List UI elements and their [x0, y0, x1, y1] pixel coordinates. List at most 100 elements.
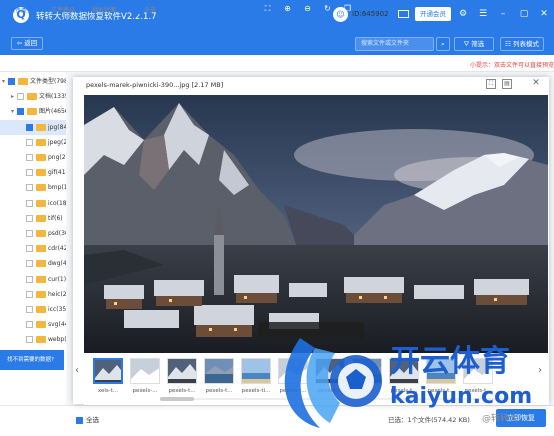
thumbnail[interactable] [130, 358, 160, 384]
tab-cover[interactable]: 疑似封面 [92, 5, 116, 14]
tree-checkbox[interactable] [17, 93, 24, 101]
monitor-icon[interactable] [398, 10, 409, 18]
tree-item[interactable]: svg(440) [0, 317, 66, 332]
thumbnail-scroll-thumb[interactable] [160, 397, 194, 401]
minimize-icon[interactable]: – [497, 8, 509, 20]
tree-item[interactable]: jpg(8498) [0, 119, 66, 135]
filter-button[interactable]: ⛛ 筛选 [454, 37, 494, 51]
maximize-icon[interactable]: ▢ [518, 8, 530, 20]
tree-item[interactable]: gif(4141) [0, 165, 66, 180]
select-all-checkbox[interactable] [76, 416, 83, 424]
tree-checkbox[interactable] [8, 78, 15, 85]
tree-item[interactable]: heic(26) [0, 287, 66, 302]
fullscreen-icon[interactable]: ⛶ [486, 79, 496, 89]
thumbnail[interactable] [204, 358, 234, 384]
folder-icon [36, 199, 46, 207]
thumbnail-image [242, 359, 270, 383]
hint-text: 小提示：双击文件可以直接预览 [470, 62, 554, 69]
tab-file-type[interactable]: 文件类型 [9, 5, 33, 14]
select-all-label: 全选 [86, 416, 99, 424]
search-button[interactable]: ⌕ [436, 37, 450, 51]
tree-item-label: 图片(46563) [39, 108, 66, 116]
tree-item-label: heic(26) [48, 290, 66, 298]
tree-item[interactable]: ▸文档(13355) [0, 89, 66, 104]
tree-item[interactable]: icc(35) [0, 302, 66, 317]
tree-item[interactable]: cdr(423) [0, 241, 66, 256]
tree-item[interactable]: jpeg(21) [0, 135, 66, 150]
tree-item[interactable]: png(2915) [0, 150, 66, 165]
thumbnail[interactable] [93, 358, 123, 384]
rotate-icon[interactable]: ↻ [321, 2, 334, 15]
tree-checkbox[interactable] [26, 336, 33, 344]
tree-checkbox[interactable] [26, 169, 33, 177]
tree-checkbox[interactable] [17, 108, 24, 116]
watermark-handle: @转转大 [482, 412, 518, 424]
select-all-top[interactable]: 全选 [134, 5, 156, 14]
copy-icon[interactable]: ❐ [341, 2, 354, 15]
tree-item[interactable]: ▾图片(46563) [0, 104, 66, 119]
tree-item[interactable]: webp(39) [0, 332, 66, 347]
tree-checkbox[interactable] [26, 138, 33, 146]
view-mode-button[interactable]: ☷ 列表模式 [500, 37, 544, 51]
tree-checkbox[interactable] [26, 184, 33, 192]
user-id: ID:645902 [352, 10, 389, 18]
select-all-top-checkbox[interactable] [134, 7, 141, 14]
tree-checkbox[interactable] [26, 306, 33, 313]
sidebar-tree: ▾文件类型(79862)▸文档(13355)▾图片(46563) jpg(8498… [0, 72, 66, 350]
thumbnail-label: pexels-t... [205, 388, 233, 394]
folder-icon [36, 260, 46, 268]
tree-checkbox[interactable] [26, 321, 33, 329]
tree-item[interactable]: bmp(100) [0, 180, 66, 195]
folder-icon [36, 290, 46, 298]
tree-item-label: cur(1) [48, 275, 66, 283]
kaiyun-logo: 开云体育 kaiyun.com @转转大 [284, 338, 532, 428]
tree-checkbox[interactable] [26, 230, 33, 237]
folder-icon [36, 321, 46, 329]
folder-icon [36, 230, 46, 237]
back-label: 返回 [24, 39, 38, 47]
vip-button[interactable]: 开通会员 [415, 7, 451, 21]
tree-item-label: cdr(423) [48, 245, 66, 253]
tree-item-label: tif(6) [48, 214, 63, 222]
thumbnail-image [168, 359, 196, 383]
tree-checkbox[interactable] [26, 275, 33, 283]
thumbnail[interactable] [241, 358, 271, 384]
settings-icon[interactable]: ⚙ [457, 8, 469, 20]
menu-icon[interactable]: ☰ [477, 8, 489, 20]
tree-item[interactable]: psd(3016) [0, 226, 66, 241]
tree-item[interactable]: cur(1) [0, 272, 66, 287]
tree-item[interactable]: ▾文件类型(79862) [0, 74, 66, 89]
tree-checkbox[interactable] [26, 123, 33, 131]
thumbnail-image [95, 360, 121, 382]
tree-checkbox[interactable] [26, 290, 33, 298]
folder-icon [36, 169, 46, 177]
zoom-out-icon[interactable]: ⊖ [301, 2, 314, 15]
status-bar[interactable]: 找不到需要的数据? [0, 350, 64, 370]
fit-screen-icon[interactable]: ⛶ [261, 2, 274, 15]
prev-arrow-icon[interactable]: ‹ [75, 365, 79, 376]
close-icon[interactable]: ✕ [538, 8, 550, 20]
tab-file-path[interactable]: 文件路径 [51, 5, 75, 14]
tree-checkbox[interactable] [26, 199, 33, 207]
tree-item-label: dwg(478) [48, 260, 66, 268]
tree-item[interactable]: dwg(478) [0, 256, 66, 271]
save-icon[interactable]: ▤ [502, 79, 512, 89]
tree-checkbox[interactable] [26, 154, 33, 161]
folder-icon [36, 275, 46, 283]
thumbnail-label: pexels-... [132, 388, 158, 394]
select-all[interactable]: 全选 [76, 414, 99, 424]
tree-item-label: 文件类型(79862) [30, 78, 66, 85]
tree-item[interactable]: tif(6) [0, 211, 66, 226]
back-button[interactable]: ⇦ 返回 [11, 37, 43, 50]
thumbnail[interactable] [167, 358, 197, 384]
tree-checkbox[interactable] [26, 245, 33, 253]
filter-label: 筛选 [471, 40, 485, 48]
zoom-in-icon[interactable]: ⊕ [281, 2, 294, 15]
tree-checkbox[interactable] [26, 214, 33, 222]
folder-icon [36, 123, 46, 131]
search-input[interactable]: 搜索文件或文件夹 [355, 37, 434, 51]
tree-item[interactable]: ico(181) [0, 196, 66, 211]
tree-checkbox[interactable] [26, 260, 33, 268]
tree-item-label: 文档(13355) [39, 93, 66, 101]
close-preview-icon[interactable]: ✕ [531, 79, 541, 89]
